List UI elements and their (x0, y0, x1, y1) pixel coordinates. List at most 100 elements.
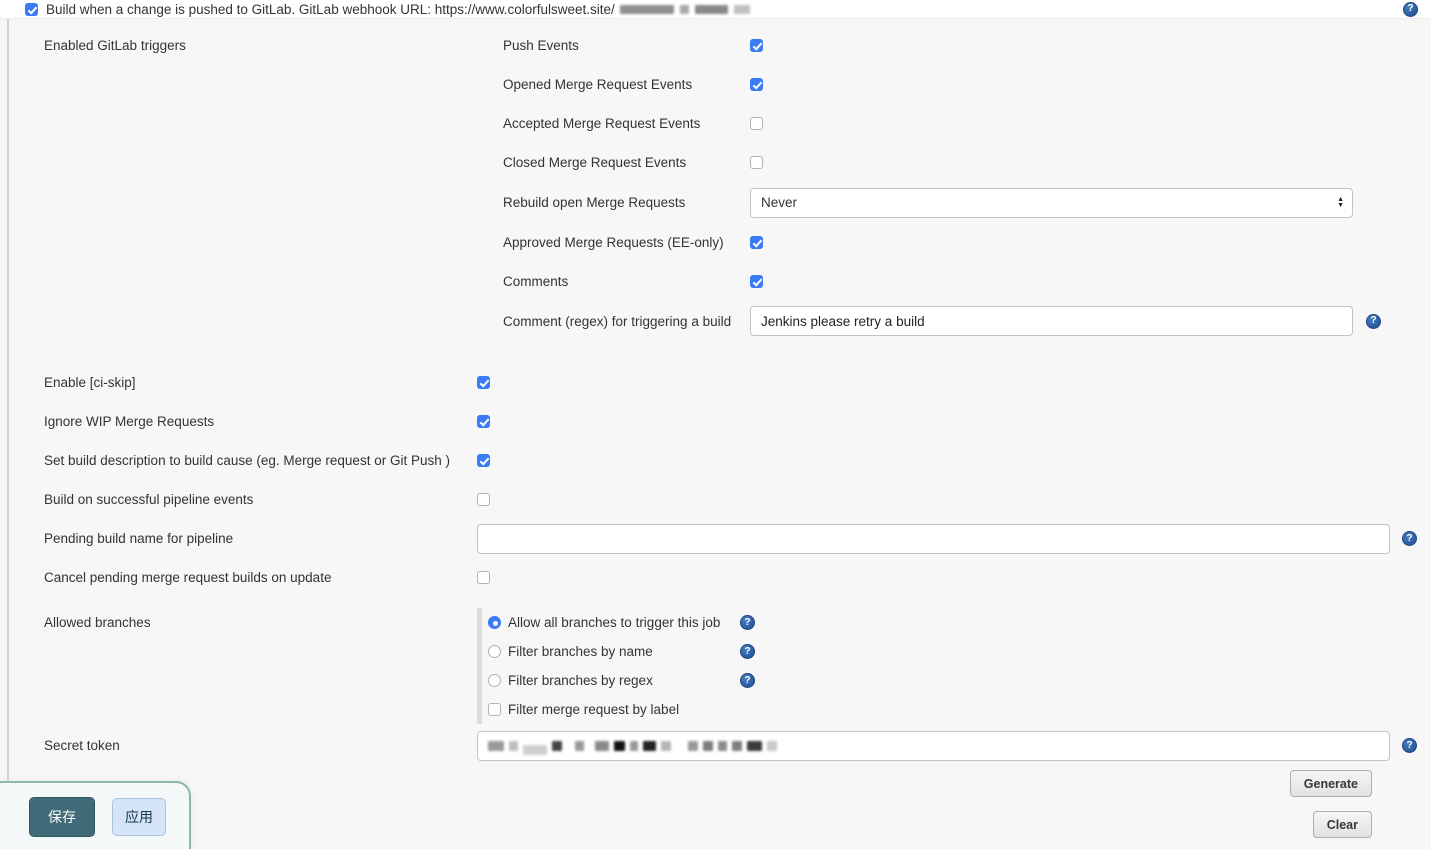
save-apply-panel: 保存 应用 (0, 781, 191, 849)
push-events-checkbox[interactable] (750, 39, 763, 52)
cancel-pending-checkbox[interactable] (477, 571, 490, 584)
allowed-branches-label: Allowed branches (44, 608, 477, 637)
rebuild-open-mr-label: Rebuild open Merge Requests (503, 195, 750, 210)
enabled-triggers-label: Enabled GitLab triggers (44, 38, 503, 53)
closed-mr-row: Closed Merge Request Events (0, 143, 1431, 182)
build-trigger-checkbox[interactable] (25, 3, 38, 16)
ignore-wip-label: Ignore WIP Merge Requests (44, 414, 477, 429)
accepted-mr-row: Accepted Merge Request Events (0, 104, 1431, 143)
allowed-branches-row: Allowed branches Allow all branches to t… (0, 608, 1431, 724)
redacted-segment (688, 741, 698, 751)
filter-mr-label-checkbox[interactable] (488, 703, 501, 716)
allow-all-branches-radio[interactable] (488, 616, 501, 629)
generate-button-row: Generate (0, 770, 1431, 797)
redacted-token-text (488, 737, 777, 755)
redacted-segment (734, 5, 750, 14)
filter-by-name-radio[interactable] (488, 645, 501, 658)
apply-button[interactable]: 应用 (112, 798, 166, 836)
redacted-segment (488, 741, 504, 751)
build-desc-checkbox[interactable] (477, 454, 490, 467)
rebuild-open-mr-select[interactable]: Never ▲ ▼ (750, 188, 1353, 218)
ci-skip-row: Enable [ci-skip] (0, 363, 1431, 402)
redacted-segment (695, 5, 728, 14)
secret-token-label: Secret token (44, 738, 477, 753)
push-events-label: Push Events (503, 38, 750, 53)
main-options: Enable [ci-skip] Ignore WIP Merge Reques… (0, 363, 1431, 597)
redacted-segment (661, 741, 671, 751)
closed-mr-checkbox[interactable] (750, 156, 763, 169)
redacted-segment (630, 741, 638, 751)
trigger-settings-form: Enabled GitLab triggers Push Events Open… (0, 19, 1431, 838)
redacted-segment (747, 741, 762, 751)
pipeline-events-checkbox[interactable] (477, 493, 490, 506)
ignore-wip-checkbox[interactable] (477, 415, 490, 428)
build-trigger-label: Build when a change is pushed to GitLab.… (46, 2, 615, 17)
redacted-segment (680, 5, 689, 14)
allow-all-branches-label: Allow all branches to trigger this job (508, 615, 740, 630)
redacted-segment (614, 741, 625, 751)
clear-button[interactable]: Clear (1313, 811, 1372, 838)
opened-mr-label: Opened Merge Request Events (503, 77, 750, 92)
redacted-segment (575, 741, 584, 751)
filter-by-name-option: Filter branches by name ? (488, 637, 755, 666)
help-icon[interactable]: ? (1402, 531, 1417, 546)
pending-build-name-label: Pending build name for pipeline (44, 531, 477, 546)
help-icon[interactable]: ? (1402, 738, 1417, 753)
rebuild-open-mr-selected-value: Never (761, 195, 797, 210)
redacted-segment (718, 741, 727, 751)
cancel-pending-label: Cancel pending merge request builds on u… (44, 570, 477, 585)
filter-by-regex-label: Filter branches by regex (508, 673, 740, 688)
ci-skip-checkbox[interactable] (477, 376, 490, 389)
redacted-segment (767, 741, 777, 751)
filter-by-regex-radio[interactable] (488, 674, 501, 687)
build-desc-label: Set build description to build cause (eg… (44, 453, 477, 468)
pending-build-name-row: Pending build name for pipeline ? (0, 519, 1431, 558)
comments-label: Comments (503, 274, 750, 289)
select-stepper-icon: ▲ ▼ (1337, 197, 1344, 209)
help-icon[interactable]: ? (740, 644, 755, 659)
accepted-mr-checkbox[interactable] (750, 117, 763, 130)
build-trigger-row: Build when a change is pushed to GitLab.… (0, 0, 1431, 19)
rebuild-open-mr-row: Rebuild open Merge Requests Never ▲ ▼ (0, 182, 1431, 223)
redacted-url-text (620, 5, 750, 14)
comment-regex-label: Comment (regex) for triggering a build (503, 314, 750, 329)
approved-mr-checkbox[interactable] (750, 236, 763, 249)
closed-mr-label: Closed Merge Request Events (503, 155, 750, 170)
redacted-segment (643, 741, 656, 751)
help-icon[interactable]: ? (1366, 314, 1381, 329)
help-icon[interactable]: ? (740, 615, 755, 630)
save-button[interactable]: 保存 (29, 797, 95, 837)
ignore-wip-row: Ignore WIP Merge Requests (0, 402, 1431, 441)
filter-by-regex-option: Filter branches by regex ? (488, 666, 755, 695)
allow-all-branches-option: Allow all branches to trigger this job ? (488, 608, 755, 637)
secret-token-input[interactable] (477, 731, 1390, 761)
clear-button-row: Clear (0, 811, 1431, 838)
ci-skip-label: Enable [ci-skip] (44, 375, 477, 390)
opened-mr-checkbox[interactable] (750, 78, 763, 91)
comments-checkbox[interactable] (750, 275, 763, 288)
comment-regex-row: Comment (regex) for triggering a build ? (0, 301, 1431, 341)
redacted-segment (552, 741, 562, 751)
filter-mr-label-label: Filter merge request by label (508, 702, 679, 717)
secret-token-row: Secret token (0, 726, 1431, 765)
generate-button[interactable]: Generate (1290, 770, 1372, 797)
pending-build-name-input[interactable] (477, 524, 1390, 554)
help-icon[interactable]: ? (1403, 2, 1418, 17)
opened-mr-row: Opened Merge Request Events (0, 65, 1431, 104)
pipeline-events-row: Build on successful pipeline events (0, 480, 1431, 519)
redacted-segment (703, 741, 713, 751)
redacted-segment (523, 745, 547, 755)
gitlab-trigger-config-page: Build when a change is pushed to GitLab.… (0, 0, 1431, 849)
comments-row: Comments (0, 262, 1431, 301)
approved-mr-label: Approved Merge Requests (EE-only) (503, 235, 750, 250)
stepper-down-icon: ▼ (1337, 203, 1344, 209)
pipeline-events-label: Build on successful pipeline events (44, 492, 477, 507)
cancel-pending-row: Cancel pending merge request builds on u… (0, 558, 1431, 597)
push-events-row: Enabled GitLab triggers Push Events (0, 26, 1431, 65)
accepted-mr-label: Accepted Merge Request Events (503, 116, 750, 131)
help-icon[interactable]: ? (740, 673, 755, 688)
comment-regex-input[interactable] (750, 306, 1353, 336)
allowed-branches-radio-group: Allow all branches to trigger this job ?… (477, 608, 755, 724)
redacted-segment (620, 5, 674, 14)
filter-mr-label-option: Filter merge request by label (488, 695, 755, 724)
